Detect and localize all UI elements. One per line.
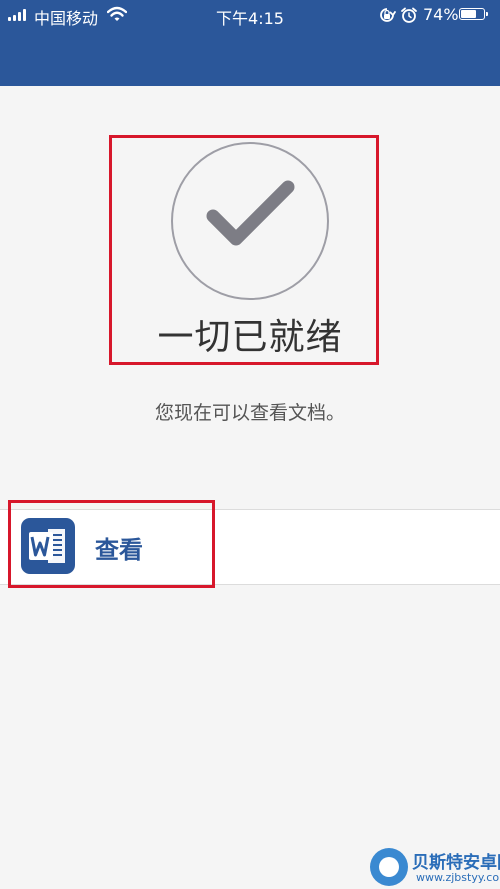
ready-title: 一切已就绪 [157, 317, 343, 358]
view-label: 查看 [95, 536, 143, 564]
watermark-title: 贝斯特安卓网 [412, 853, 500, 873]
battery-percentage: 74% [423, 5, 459, 24]
alarm-icon [401, 7, 417, 23]
view-document-button[interactable] [0, 509, 500, 585]
watermark: 贝斯特安卓网 www.zjbstyy.com [370, 847, 500, 889]
status-bar: 中国移动 下午4:15 74% [0, 0, 500, 30]
ready-subtitle: 您现在可以查看文档。 [154, 402, 345, 424]
battery-level [461, 10, 476, 18]
watermark-logo-icon [370, 848, 408, 886]
watermark-url: www.zjbstyy.com [416, 871, 500, 884]
orientation-lock-icon [380, 8, 396, 22]
checkmark-circle-icon [171, 142, 329, 300]
battery-icon [459, 8, 488, 20]
word-document-icon [21, 518, 75, 574]
app-header: 中国移动 下午4:15 74% [0, 0, 500, 86]
